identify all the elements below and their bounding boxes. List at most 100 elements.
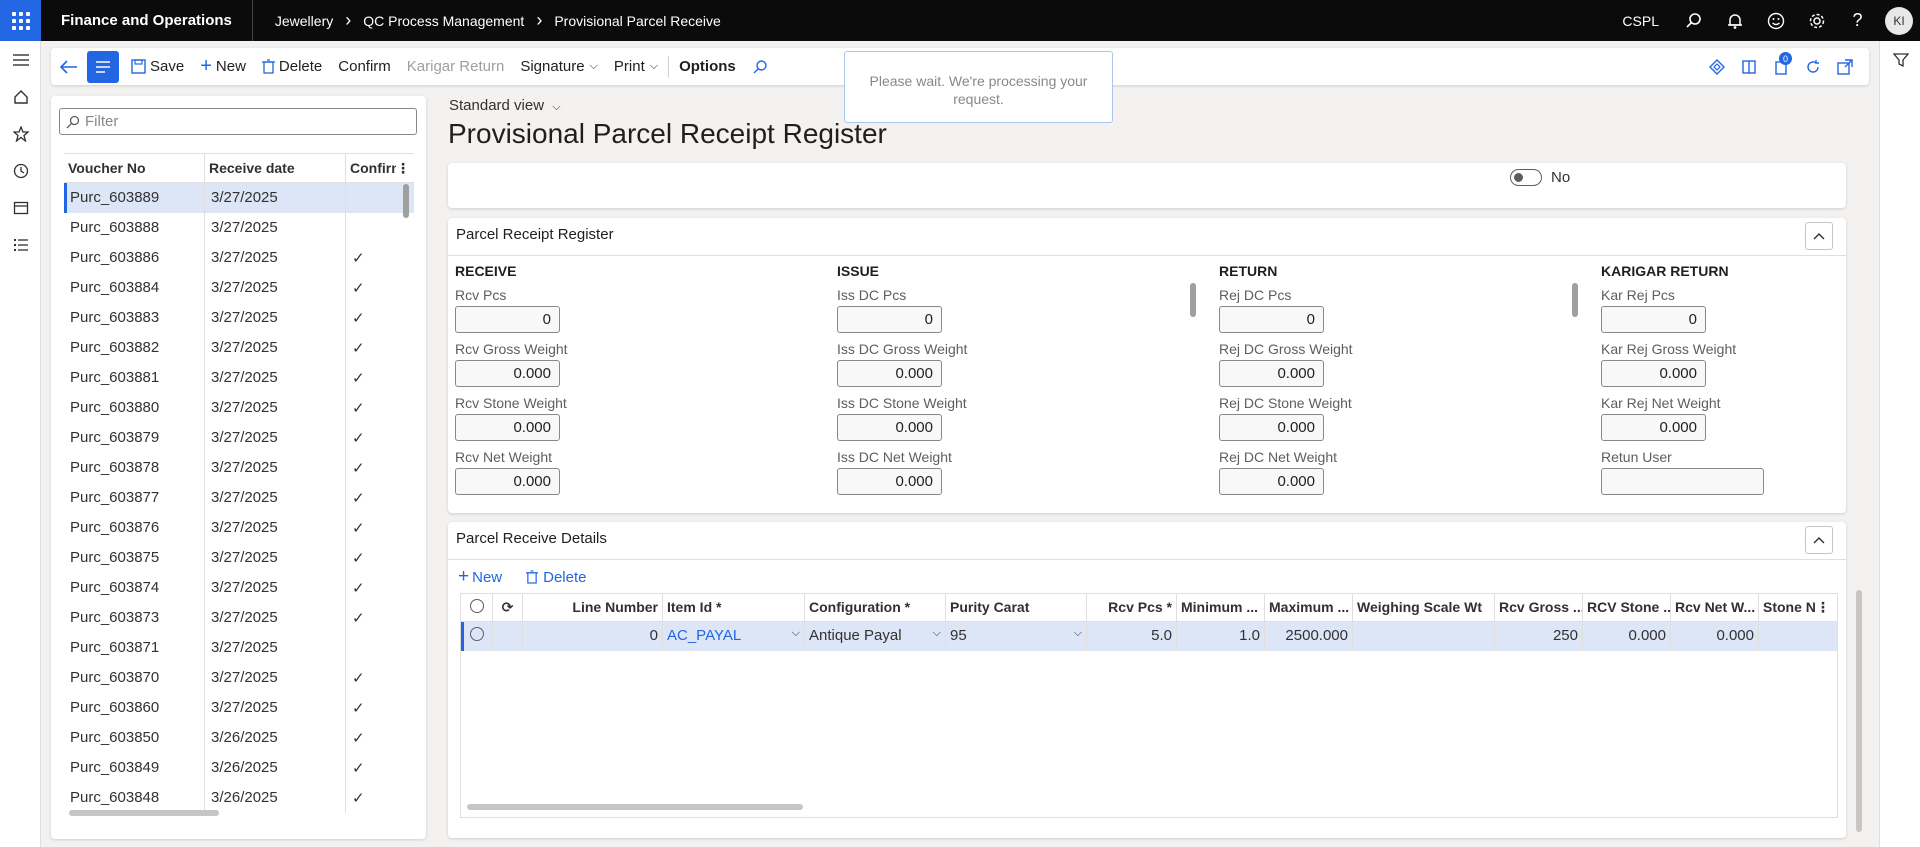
voucher-no-cell[interactable]: Purc_603884 [64,273,205,303]
chevron-down-icon[interactable]: ⌵ [1074,627,1082,640]
horizontal-scrollbar[interactable] [69,810,219,816]
clock-icon[interactable] [0,152,41,189]
vertical-scrollbar[interactable] [1856,590,1862,832]
rej-dc-stone-weight-field[interactable]: 0.000 [1219,414,1324,441]
more-vertical-icon[interactable]: ⋮ [1816,599,1830,616]
table-row[interactable]: Purc_603848 3/26/2025 ✓ [64,783,414,813]
section-title[interactable]: Parcel Receive Details [456,530,607,547]
print-menu-button[interactable]: Print ⌵ [606,48,666,85]
maximum-cell[interactable]: 2500.000 [1265,622,1353,651]
voucher-no-cell[interactable]: Purc_603848 [64,783,205,813]
search-icon[interactable] [1673,0,1714,41]
star-icon[interactable] [0,115,41,152]
more-vertical-icon[interactable]: ⋮ [396,160,410,176]
filter-input[interactable]: Filter [59,108,417,135]
voucher-no-cell[interactable]: Purc_603889 [64,183,205,213]
iss-dc-net-weight-field[interactable]: 0.000 [837,468,942,495]
collapse-section-button[interactable] [1805,526,1833,554]
table-row[interactable]: Purc_603876 3/27/2025 ✓ [64,513,414,543]
diamond-icon[interactable] [1701,46,1733,87]
open-in-new-window-icon[interactable] [1829,46,1861,87]
table-row[interactable]: Purc_603850 3/26/2025 ✓ [64,723,414,753]
column-header-confirm[interactable]: Confirm ⋮ [346,154,414,182]
confirm-button[interactable]: Confirm [330,48,399,85]
column-header-purity-carat[interactable]: Purity Carat [946,594,1087,621]
table-row[interactable]: Purc_603884 3/27/2025 ✓ [64,273,414,303]
avatar[interactable]: KI [1885,6,1913,35]
table-row[interactable]: Purc_603879 3/27/2025 ✓ [64,423,414,453]
horizontal-scrollbar[interactable] [467,804,803,810]
action-search-button[interactable] [744,48,776,85]
column-header-voucher-no[interactable]: Voucher No [64,154,205,182]
table-row[interactable]: Purc_603871 3/27/2025 [64,633,414,663]
iss-dc-gross-weight-field[interactable]: 0.000 [837,360,942,387]
rcv-stone-cell[interactable]: 0.000 [1583,622,1671,651]
help-icon[interactable]: ? [1837,0,1878,41]
rcv-pcs-field[interactable]: 0 [455,306,560,333]
modules-list-icon[interactable] [0,226,41,263]
save-button[interactable]: Save [123,48,192,85]
rcv-pcs-cell[interactable]: 5.0 [1087,622,1177,651]
table-row[interactable]: Purc_603874 3/27/2025 ✓ [64,573,414,603]
notification-bell-icon[interactable] [1714,0,1755,41]
voucher-no-cell[interactable]: Purc_603875 [64,543,205,573]
new-button[interactable]: + New [192,48,254,85]
table-row[interactable]: 0 AC_PAYAL ⌵ Antique Payal ⌵ 95 ⌵ 5.0 1.… [461,622,1837,651]
gear-icon[interactable] [1796,0,1837,41]
home-icon[interactable] [0,78,41,115]
voucher-no-cell[interactable]: Purc_603888 [64,213,205,243]
purity-carat-cell[interactable]: 95 ⌵ [946,622,1087,651]
line-number-cell[interactable]: 0 [523,622,663,651]
table-row[interactable]: Purc_603882 3/27/2025 ✓ [64,333,414,363]
table-row[interactable]: Purc_603873 3/27/2025 ✓ [64,603,414,633]
workspace-icon[interactable] [0,189,41,226]
rej-dc-gross-weight-field[interactable]: 0.000 [1219,360,1324,387]
rej-dc-pcs-field[interactable]: 0 [1219,306,1324,333]
options-tab[interactable]: Options [671,48,744,85]
app-launcher-button[interactable] [0,0,41,41]
view-selector[interactable]: Standard view ⌵ [449,97,561,114]
voucher-no-cell[interactable]: Purc_603882 [64,333,205,363]
column-header-weighing-scale-wt[interactable]: Weighing Scale Wt [1353,594,1495,621]
column-header-line-number[interactable]: Line Number [523,594,663,621]
table-row[interactable]: Purc_603886 3/27/2025 ✓ [64,243,414,273]
voucher-no-cell[interactable]: Purc_603878 [64,453,205,483]
table-row[interactable]: Purc_603880 3/27/2025 ✓ [64,393,414,423]
kar-rej-net-weight-field[interactable]: 0.000 [1601,414,1706,441]
collapse-section-button[interactable] [1805,222,1833,250]
refresh-icon[interactable]: ⟳ [493,594,523,621]
retun-user-field[interactable] [1601,468,1764,495]
column-header-rcv-stone[interactable]: RCV Stone ... [1583,594,1671,621]
voucher-no-cell[interactable]: Purc_603883 [64,303,205,333]
voucher-no-cell[interactable]: Purc_603873 [64,603,205,633]
hamburger-menu-icon[interactable] [0,41,41,78]
select-all-radio[interactable] [461,594,493,621]
refresh-icon[interactable] [1797,46,1829,87]
delete-button[interactable]: Delete [254,48,330,85]
column-header-receive-date[interactable]: Receive date [205,154,346,182]
attachments-icon[interactable]: 0 [1765,46,1797,87]
table-row[interactable]: Purc_603881 3/27/2025 ✓ [64,363,414,393]
minimum-cell[interactable]: 1.0 [1177,622,1265,651]
weighing-scale-cell[interactable] [1353,622,1495,651]
table-row[interactable]: Purc_603889 3/27/2025 [64,183,414,213]
feedback-smiley-icon[interactable] [1755,0,1796,41]
voucher-no-cell[interactable]: Purc_603879 [64,423,205,453]
rcv-net-weight-field[interactable]: 0.000 [455,468,560,495]
rcv-stone-weight-field[interactable]: 0.000 [455,414,560,441]
voucher-no-cell[interactable]: Purc_603850 [64,723,205,753]
column-header-rcv-gross[interactable]: Rcv Gross ... [1495,594,1583,621]
column-header-configuration[interactable]: Configuration * [805,594,946,621]
voucher-no-cell[interactable]: Purc_603874 [64,573,205,603]
configuration-cell[interactable]: Antique Payal ⌵ [805,622,946,651]
voucher-no-cell[interactable]: Purc_603880 [64,393,205,423]
field-group-scrollbar[interactable] [1572,283,1578,317]
voucher-no-cell[interactable]: Purc_603870 [64,663,205,693]
breadcrumb-item-area[interactable]: QC Process Management [363,13,524,29]
filter-funnel-icon[interactable] [1880,41,1920,78]
column-header-stone-n[interactable]: Stone N ⋮ [1759,594,1831,621]
row-select-radio[interactable] [461,622,493,651]
rcv-gross-weight-field[interactable]: 0.000 [455,360,560,387]
voucher-no-cell[interactable]: Purc_603886 [64,243,205,273]
delete-line-button[interactable]: Delete [526,569,598,586]
